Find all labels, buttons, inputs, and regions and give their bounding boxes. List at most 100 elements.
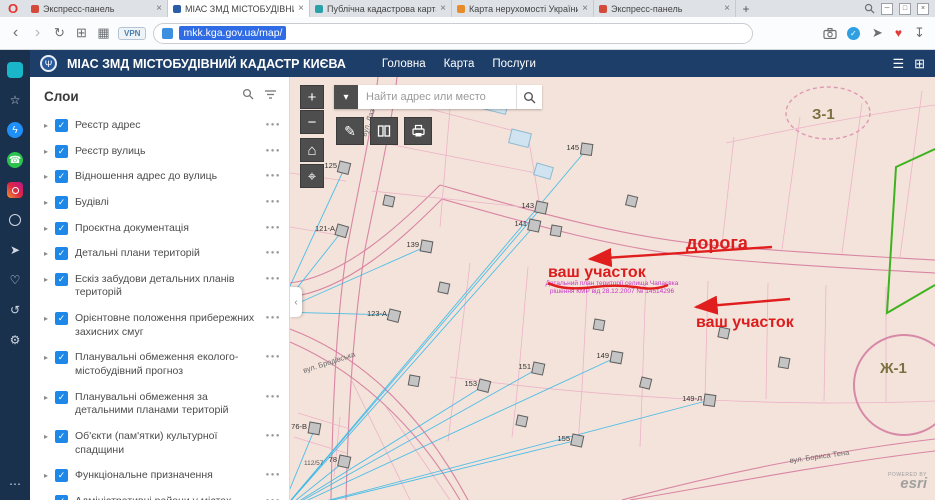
apps-grid-icon[interactable]: ⊞ (914, 56, 925, 72)
layer-menu-icon[interactable]: ●●● (266, 276, 281, 282)
layer-item[interactable]: ▸✓Функціональне призначення●●● (30, 463, 289, 489)
maximize-button[interactable]: □ (899, 3, 911, 15)
personal-news-heart-icon[interactable]: ♡ (7, 272, 23, 288)
chevron-right-icon[interactable]: ▸ (44, 275, 48, 284)
chevron-right-icon[interactable]: ▸ (44, 432, 48, 441)
layer-menu-icon[interactable]: ●●● (266, 199, 281, 205)
layer-item[interactable]: ▸✓Будівлі●●● (30, 190, 289, 216)
minimize-button[interactable]: ─ (881, 3, 893, 15)
layer-checkbox[interactable]: ✓ (55, 145, 68, 158)
layer-item[interactable]: ▸✓Проєктна документація●●● (30, 216, 289, 242)
telegram-icon[interactable]: ➤ (7, 242, 23, 258)
site-info-icon[interactable] (162, 28, 173, 39)
chevron-right-icon[interactable]: ▸ (44, 224, 48, 233)
layer-menu-icon[interactable]: ●●● (266, 433, 281, 439)
chevron-right-icon[interactable]: ▸ (44, 172, 48, 181)
settings-gear-icon[interactable]: ⚙ (7, 332, 23, 348)
layer-menu-icon[interactable]: ●●● (266, 148, 281, 154)
browser-tab[interactable]: МІАС ЗМД МІСТОБУДІВНИЙ× (168, 0, 310, 17)
reload-icon[interactable]: ↻ (52, 25, 67, 41)
tab-close-icon[interactable]: × (156, 3, 162, 14)
messenger-icon[interactable]: ϟ (7, 122, 23, 138)
layer-menu-icon[interactable]: ●●● (266, 315, 281, 321)
nav-item-map[interactable]: Карта (444, 58, 475, 70)
zoom-out-button[interactable]: − (300, 110, 324, 134)
instagram-icon[interactable] (7, 182, 23, 198)
draw-pencil-button[interactable]: ✎ (336, 117, 364, 145)
home-button[interactable]: ⌂ (300, 138, 324, 162)
print-button[interactable] (404, 117, 432, 145)
layers-search-icon[interactable] (242, 87, 254, 105)
history-icon[interactable]: ↺ (7, 302, 23, 318)
layer-item[interactable]: ▸✓Реєстр вулиць●●● (30, 139, 289, 165)
layer-item[interactable]: ▸✓Реєстр адрес●●● (30, 113, 289, 139)
chevron-right-icon[interactable]: ▸ (44, 471, 48, 480)
tab-close-icon[interactable]: × (440, 3, 446, 14)
chevron-right-icon[interactable]: ▸ (44, 198, 48, 207)
layer-checkbox[interactable]: ✓ (55, 119, 68, 132)
layer-checkbox[interactable]: ✓ (55, 495, 68, 500)
map-search-button[interactable] (516, 85, 542, 109)
layer-checkbox[interactable]: ✓ (55, 469, 68, 482)
tab-tiles-icon[interactable]: ▦ (96, 25, 111, 41)
chevron-right-icon[interactable]: ▸ (44, 314, 48, 323)
forward-icon[interactable]: › (30, 24, 45, 42)
back-icon[interactable]: ‹ (8, 24, 23, 42)
layer-menu-icon[interactable]: ●●● (266, 250, 281, 256)
shield-check-icon[interactable]: ✓ (847, 27, 860, 40)
chevron-right-icon[interactable]: ▸ (44, 147, 48, 156)
layer-item[interactable]: ▸✓Детальні плани територій●●● (30, 241, 289, 267)
layer-item[interactable]: ▸✓Відношення адрес до вулиць●●● (30, 164, 289, 190)
chevron-right-icon[interactable]: ▸ (44, 393, 48, 402)
legend-list-icon[interactable]: ☰ (892, 56, 904, 72)
layer-item[interactable]: ▸✓Ескіз забудови детальних планів терито… (30, 267, 289, 306)
search-dropdown-caret[interactable]: ▾ (334, 85, 358, 109)
layer-menu-icon[interactable]: ●●● (266, 354, 281, 360)
whatsapp-icon[interactable]: ☎ (7, 152, 23, 168)
layer-menu-icon[interactable]: ●●● (266, 122, 281, 128)
tab-close-icon[interactable]: × (298, 3, 304, 14)
chevron-right-icon[interactable]: ▸ (44, 121, 48, 130)
map-viewport[interactable]: 125145143141121-А139123-А149151153149-Л1… (290, 77, 935, 500)
layer-checkbox[interactable]: ✓ (55, 196, 68, 209)
chevron-right-icon[interactable]: ▸ (44, 353, 48, 362)
download-icon[interactable]: ↧ (912, 25, 927, 41)
layer-item[interactable]: ▸✓Планувальні обмеження еколого-містобуд… (30, 345, 289, 384)
layer-menu-icon[interactable]: ●●● (266, 394, 281, 400)
layer-checkbox[interactable]: ✓ (55, 273, 68, 286)
layers-filter-icon[interactable] (264, 87, 277, 105)
vpn-badge[interactable]: VPN (118, 27, 146, 40)
layer-checkbox[interactable]: ✓ (55, 222, 68, 235)
layer-menu-icon[interactable]: ●●● (266, 173, 281, 179)
bookmarks-star-icon[interactable]: ☆ (7, 92, 23, 108)
layer-item[interactable]: ▸✓Планувальні обмеження за детальними пл… (30, 385, 289, 424)
search-icon[interactable] (864, 3, 875, 14)
layer-item[interactable]: ▸✓Об'єкти (пам'ятки) культурної спадщини… (30, 424, 289, 463)
flow-send-icon[interactable]: ➤ (870, 25, 885, 41)
layer-checkbox[interactable]: ✓ (55, 170, 68, 183)
measure-button[interactable] (370, 117, 398, 145)
url-text[interactable]: mkk.kga.gov.ua/map/ (179, 26, 286, 40)
bookmark-heart-icon[interactable]: ♥ (895, 26, 902, 40)
layer-checkbox[interactable]: ✓ (55, 351, 68, 364)
layer-checkbox[interactable]: ✓ (55, 391, 68, 404)
snapshot-camera-icon[interactable] (823, 28, 837, 39)
chevron-right-icon[interactable]: ▸ (44, 249, 48, 258)
sidebar-more-icon[interactable]: ⋯ (7, 476, 23, 492)
tab-close-icon[interactable]: × (724, 3, 730, 14)
panel-collapse-handle[interactable]: ‹ (290, 287, 302, 317)
address-bar[interactable]: mkk.kga.gov.ua/map/ (153, 23, 753, 44)
workspace-icon[interactable] (7, 62, 23, 78)
browser-tab[interactable]: Карта нерухомості України× (452, 0, 594, 17)
layer-checkbox[interactable]: ✓ (55, 430, 68, 443)
browser-tab[interactable]: Публічна кадастрова карта× (310, 0, 452, 17)
layer-item[interactable]: ▸✓Адміністративні райони у містах●●● (30, 489, 289, 500)
zoom-in-button[interactable]: + (300, 85, 324, 109)
browser-tab[interactable]: Экспресс-панель× (594, 0, 736, 17)
player-icon[interactable] (7, 212, 23, 228)
map-search-input[interactable] (358, 85, 516, 109)
layer-checkbox[interactable]: ✓ (55, 312, 68, 325)
layer-menu-icon[interactable]: ●●● (266, 225, 281, 231)
layer-item[interactable]: ▸✓Орієнтовне положення прибережних захис… (30, 306, 289, 345)
nav-item-services[interactable]: Послуги (492, 58, 536, 70)
